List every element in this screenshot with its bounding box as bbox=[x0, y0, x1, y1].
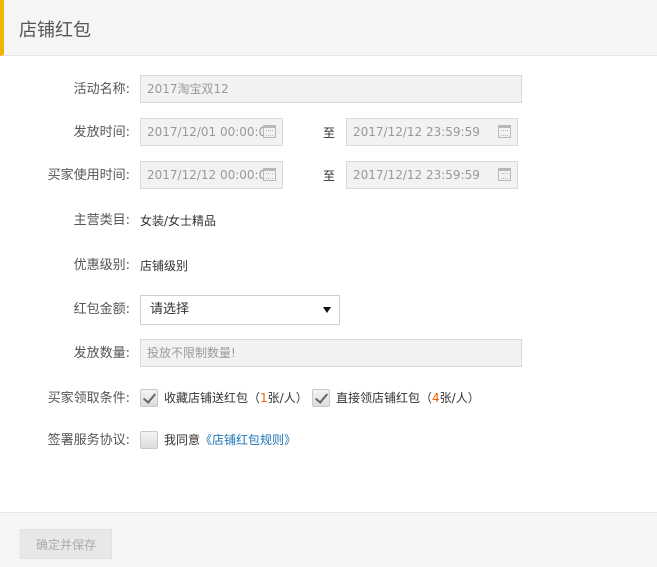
agreement-text: 我同意 bbox=[164, 433, 201, 447]
quantity-field[interactable]: 投放不限制数量! bbox=[140, 339, 522, 367]
agreement-rules-link[interactable]: 《店铺红包规则》 bbox=[200, 433, 296, 447]
category-row: 主营类目: 女装/女士精品 bbox=[0, 206, 657, 236]
issue-time-row: 发放时间: 2017/12/01 00:00:00 至 2017/12/12 2… bbox=[0, 118, 657, 148]
issue-time-label: 发放时间: bbox=[73, 125, 130, 140]
favorite-shop-option-label: 收藏店铺送红包（1张/人） bbox=[164, 384, 308, 414]
use-time-label: 买家使用时间: bbox=[47, 168, 130, 183]
agreement-row: 签署服务协议: 我同意《店铺红包规则》 bbox=[0, 426, 657, 456]
category-value: 女装/女士精品 bbox=[140, 214, 217, 228]
use-start-date-field[interactable]: 2017/12/12 00:00:00 bbox=[140, 161, 283, 189]
amount-label: 红包金额: bbox=[73, 302, 130, 317]
activity-name-value: 2017淘宝双12 bbox=[147, 82, 229, 96]
activity-name-row: 活动名称: 2017淘宝双12 bbox=[0, 75, 657, 105]
page-header: 店铺红包 bbox=[0, 0, 657, 56]
calendar-icon[interactable] bbox=[263, 168, 276, 181]
quantity-row: 发放数量: 投放不限制数量! bbox=[0, 339, 657, 369]
option1-suffix: 张/人） bbox=[267, 391, 308, 405]
option1-count: 1 bbox=[260, 391, 268, 405]
calendar-icon[interactable] bbox=[263, 125, 276, 138]
page-title: 店铺红包 bbox=[19, 20, 91, 41]
page-footer: 确定并保存 bbox=[0, 512, 657, 567]
chevron-down-icon bbox=[323, 307, 331, 313]
discount-level-row: 优惠级别: 店铺级别 bbox=[0, 251, 657, 281]
activity-name-label: 活动名称: bbox=[73, 82, 130, 97]
calendar-icon[interactable] bbox=[498, 168, 511, 181]
confirm-save-button[interactable]: 确定并保存 bbox=[20, 529, 112, 559]
use-start-date-value: 2017/12/12 00:00:00 bbox=[147, 168, 274, 182]
issue-start-date-field[interactable]: 2017/12/01 00:00:00 bbox=[140, 118, 283, 146]
discount-level-label: 优惠级别: bbox=[73, 258, 130, 273]
conditions-label: 买家领取条件: bbox=[47, 391, 130, 406]
direct-claim-checkbox[interactable] bbox=[312, 389, 330, 407]
option1-prefix: 收藏店铺送红包（ bbox=[164, 391, 261, 405]
use-end-date-value: 2017/12/12 23:59:59 bbox=[353, 168, 480, 182]
issue-end-date-field[interactable]: 2017/12/12 23:59:59 bbox=[346, 118, 518, 146]
option2-prefix: 直接领店铺红包（ bbox=[336, 391, 433, 405]
quantity-label: 发放数量: bbox=[73, 346, 130, 361]
date-range-separator: 至 bbox=[323, 126, 336, 140]
amount-select[interactable]: 请选择 bbox=[140, 295, 340, 325]
discount-level-value: 店铺级别 bbox=[140, 259, 189, 273]
issue-start-date-value: 2017/12/01 00:00:00 bbox=[147, 125, 274, 139]
use-time-row: 买家使用时间: 2017/12/12 00:00:00 至 2017/12/12… bbox=[0, 161, 657, 191]
agreement-label: 签署服务协议: bbox=[47, 433, 130, 448]
conditions-row: 买家领取条件: 收藏店铺送红包（1张/人） 直接领店铺红包（4张/人） bbox=[0, 384, 657, 414]
activity-name-field[interactable]: 2017淘宝双12 bbox=[140, 75, 522, 103]
option2-suffix: 张/人） bbox=[439, 391, 480, 405]
agreement-checkbox[interactable] bbox=[140, 431, 158, 449]
issue-end-date-value: 2017/12/12 23:59:59 bbox=[353, 125, 480, 139]
calendar-icon[interactable] bbox=[498, 125, 511, 138]
direct-claim-option-label: 直接领店铺红包（4张/人） bbox=[336, 384, 480, 414]
use-end-date-field[interactable]: 2017/12/12 23:59:59 bbox=[346, 161, 518, 189]
agreement-option-label: 我同意《店铺红包规则》 bbox=[164, 426, 296, 456]
date-range-separator: 至 bbox=[323, 169, 336, 183]
amount-row: 红包金额: 请选择 bbox=[0, 295, 657, 325]
category-label: 主营类目: bbox=[73, 213, 130, 228]
favorite-shop-checkbox[interactable] bbox=[140, 389, 158, 407]
amount-selected-value: 请选择 bbox=[150, 302, 190, 317]
option2-count: 4 bbox=[432, 391, 440, 405]
quantity-placeholder: 投放不限制数量! bbox=[147, 346, 236, 360]
